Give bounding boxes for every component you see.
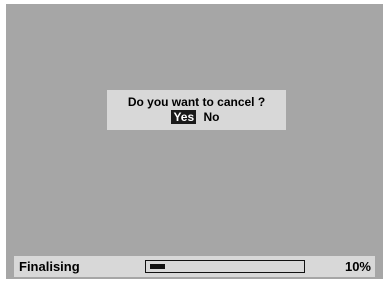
status-label: Finalising: [19, 259, 80, 274]
yes-option[interactable]: Yes: [171, 110, 197, 124]
status-bar: Finalising 10%: [14, 256, 375, 277]
progress-bar: [145, 260, 305, 273]
cancel-dialog: Do you want to cancel ? Yes No: [107, 90, 286, 130]
screen: Do you want to cancel ? Yes No Finalisin…: [6, 4, 383, 279]
progress-percent: 10%: [344, 259, 371, 274]
dialog-options: Yes No: [107, 110, 286, 124]
progress-fill: [150, 264, 165, 269]
no-option[interactable]: No: [202, 110, 222, 124]
dialog-question: Do you want to cancel ?: [127, 95, 266, 109]
